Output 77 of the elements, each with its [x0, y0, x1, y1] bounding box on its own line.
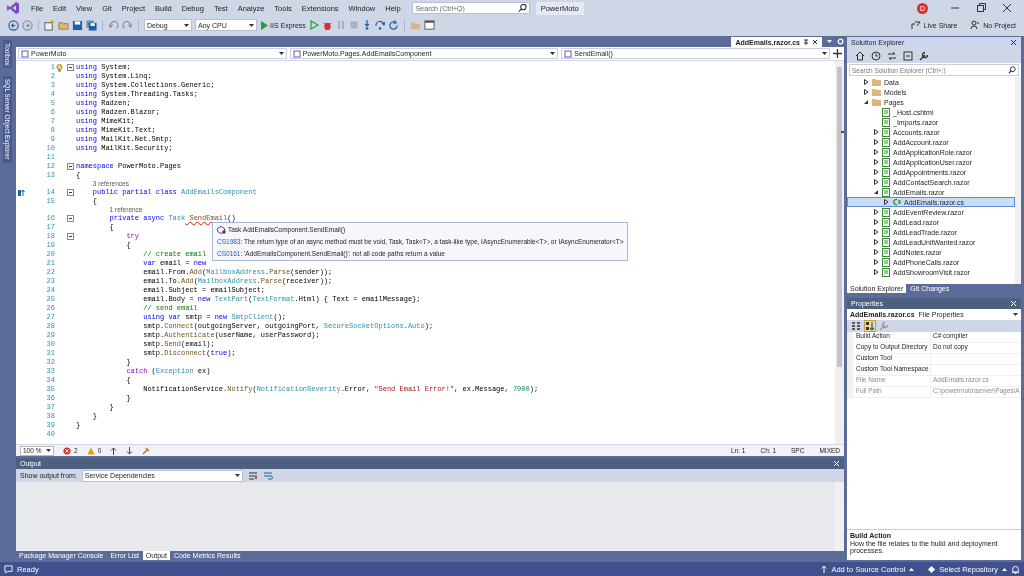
- caret-icon: [184, 23, 189, 27]
- collapsed-arrow-icon[interactable]: [872, 219, 879, 225]
- collapsed-arrow-icon[interactable]: [882, 199, 889, 205]
- back-icon[interactable]: [8, 19, 19, 31]
- square-icon: [292, 49, 301, 58]
- wrench-icon[interactable]: [919, 50, 929, 61]
- collapsed-arrow-icon[interactable]: [872, 239, 879, 245]
- caret-icon: [46, 449, 51, 452]
- refresh-icon[interactable]: [387, 19, 399, 31]
- class-diagram-icon[interactable]: [18, 188, 26, 197]
- clear-all-icon[interactable]: [247, 470, 258, 481]
- person-icon: [970, 20, 981, 30]
- notification-icon[interactable]: [4, 564, 13, 574]
- window-layout-icon[interactable]: [423, 19, 435, 31]
- collapsed-arrow-icon[interactable]: [872, 139, 879, 145]
- collapsed-arrow-icon[interactable]: [872, 129, 879, 135]
- method-icon: [217, 225, 226, 234]
- collapsed-arrow-icon[interactable]: [872, 249, 879, 255]
- caret-icon: [234, 474, 240, 477]
- collapse-icon[interactable]: [66, 215, 74, 222]
- close-icon[interactable]: [812, 39, 818, 45]
- csharp-file-icon: [892, 198, 901, 206]
- arrow-up-icon: [821, 565, 828, 573]
- caret-icon: [278, 52, 284, 55]
- square-icon: [21, 49, 29, 58]
- collapsed-arrow-icon[interactable]: [862, 79, 869, 85]
- search-icon: [1008, 66, 1016, 74]
- collapse-icon[interactable]: [66, 233, 74, 240]
- brush-icon[interactable]: [142, 446, 151, 455]
- collapsed-arrow-icon[interactable]: [872, 159, 879, 165]
- share-icon: [910, 20, 921, 30]
- close-icon[interactable]: [1002, 3, 1012, 13]
- history-icon[interactable]: [871, 50, 881, 61]
- visual-studio-logo-icon: [6, 1, 20, 15]
- caret-icon: [550, 52, 556, 55]
- collapse-icon[interactable]: [66, 189, 74, 196]
- sync-icon[interactable]: [887, 50, 897, 61]
- pin-icon[interactable]: [803, 38, 809, 46]
- maximize-icon[interactable]: [976, 3, 986, 13]
- caret-icon[interactable]: [1013, 313, 1018, 316]
- caret-icon: [1002, 567, 1007, 571]
- close-icon[interactable]: [1010, 39, 1017, 46]
- collapsed-arrow-icon[interactable]: [872, 229, 879, 235]
- categorized-icon[interactable]: [851, 321, 861, 331]
- collapsed-arrow-icon[interactable]: [872, 269, 879, 275]
- diamond-icon: [928, 565, 936, 573]
- caret-icon: [249, 23, 254, 27]
- expanded-arrow-icon[interactable]: [862, 99, 869, 105]
- search-icon: [517, 3, 527, 13]
- collapsed-arrow-icon[interactable]: [872, 169, 879, 175]
- expanded-arrow-icon[interactable]: [872, 189, 879, 195]
- collapsed-arrow-icon[interactable]: [872, 179, 879, 185]
- bug-icon[interactable]: [321, 19, 333, 31]
- collapsed-arrow-icon[interactable]: [872, 149, 879, 155]
- collapsed-arrow-icon[interactable]: [862, 89, 869, 95]
- collapse-icon[interactable]: [66, 163, 74, 170]
- arrow-up-icon[interactable]: [110, 446, 118, 455]
- save-all-icon[interactable]: [86, 19, 97, 31]
- square-icon: [564, 49, 573, 58]
- collapse-icon[interactable]: [66, 64, 74, 71]
- vertical-scrollbar[interactable]: [835, 61, 844, 444]
- new-project-icon[interactable]: [44, 19, 55, 31]
- step-over-icon[interactable]: [374, 20, 385, 30]
- save-icon[interactable]: [72, 19, 83, 31]
- collapse-all-icon[interactable]: [903, 50, 913, 61]
- caret-icon: [909, 567, 915, 571]
- caret-icon: [822, 52, 827, 55]
- bell-icon[interactable]: [1011, 564, 1020, 574]
- split-icon[interactable]: [833, 49, 842, 58]
- settings-icon[interactable]: [837, 38, 844, 45]
- play-icon: [260, 20, 268, 30]
- alphabetical-icon[interactable]: [865, 321, 875, 331]
- collapsed-arrow-icon[interactable]: [872, 259, 879, 265]
- home-icon[interactable]: [855, 50, 865, 61]
- collapsed-arrow-icon[interactable]: [872, 209, 879, 215]
- tab-list-icon[interactable]: [826, 38, 833, 45]
- arrow-down-icon[interactable]: [126, 446, 134, 455]
